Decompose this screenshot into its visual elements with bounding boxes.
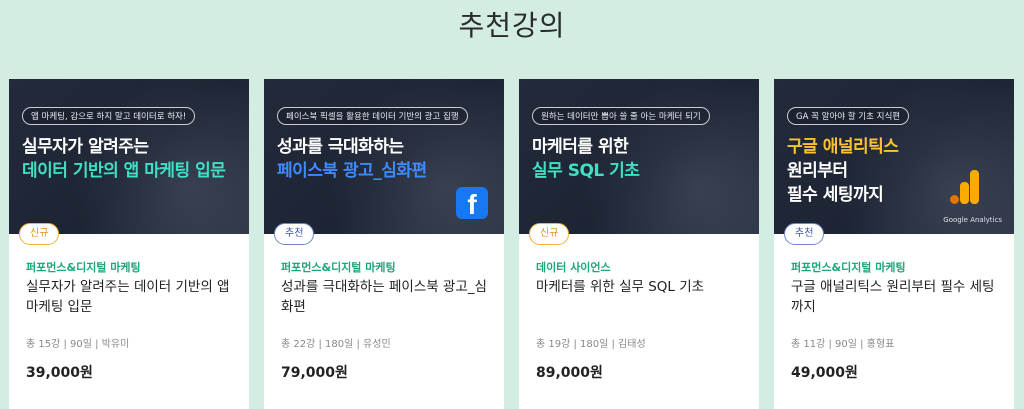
thumbnail-headline-2: 원리부터 <box>787 161 848 181</box>
course-info: 퍼포먼스&디지털 마케팅 성과를 극대화하는 페이스북 광고_심화편 총 22강… <box>264 234 504 409</box>
thumbnail-headline-1: 실무자가 알려주는 <box>22 137 149 157</box>
course-info: 데이터 사이언스 마케터를 위한 실무 SQL 기초 총 19강 | 180일 … <box>519 234 759 409</box>
thumbnail-headline-2: 데이터 기반의 앱 마케팅 입문 <box>22 161 226 181</box>
course-price: 89,000원 <box>536 365 603 381</box>
thumbnail-tagline: GA 꼭 알아야 할 기초 지식편 <box>787 107 910 125</box>
course-thumbnail[interactable]: 앱 마케팅, 감으로 하지 말고 데이터로 하자! 실무자가 알려주는 데이터 … <box>9 79 249 234</box>
course-title[interactable]: 마케터를 위한 실무 SQL 기초 <box>536 277 748 297</box>
course-info: 퍼포먼스&디지털 마케팅 실무자가 알려주는 데이터 기반의 앱 마케팅 입문 … <box>9 234 249 409</box>
course-meta: 총 22강 | 180일 | 유성민 <box>281 339 391 350</box>
course-category: 퍼포먼스&디지털 마케팅 <box>281 261 396 274</box>
facebook-icon: f <box>456 187 488 219</box>
course-price: 39,000원 <box>26 365 93 381</box>
course-price: 49,000원 <box>791 365 858 381</box>
thumbnail-headline-2: 실무 SQL 기초 <box>532 161 640 181</box>
course-list: 앱 마케팅, 감으로 하지 말고 데이터로 하자! 실무자가 알려주는 데이터 … <box>9 79 1023 409</box>
course-meta: 총 19강 | 180일 | 김태성 <box>536 339 646 350</box>
section-title: 추천강의 <box>458 9 566 42</box>
course-thumbnail[interactable]: 페이스북 픽셀을 활용한 데이터 기반의 광고 집행 성과를 극대화하는 페이스… <box>264 79 504 234</box>
thumbnail-headline-1: 마케터를 위한 <box>532 137 629 157</box>
course-card[interactable]: 페이스북 픽셀을 활용한 데이터 기반의 광고 집행 성과를 극대화하는 페이스… <box>264 79 504 409</box>
course-thumbnail[interactable]: 원하는 데이터만 뽑아 쓸 줄 아는 마케터 되기 마케터를 위한 실무 SQL… <box>519 79 759 234</box>
thumbnail-headline-1: 구글 애널리틱스 <box>787 137 899 157</box>
course-category: 퍼포먼스&디지털 마케팅 <box>26 261 141 274</box>
thumbnail-headline-2: 페이스북 광고_심화편 <box>277 161 427 181</box>
thumbnail-headline-3: 필수 세팅까지 <box>787 185 884 205</box>
course-title[interactable]: 구글 애널리틱스 원리부터 필수 세팅까지 <box>791 277 1003 317</box>
thumbnail-tagline: 원하는 데이터만 뽑아 쓸 줄 아는 마케터 되기 <box>532 107 710 125</box>
thumbnail-tagline: 앱 마케팅, 감으로 하지 말고 데이터로 하자! <box>22 107 196 125</box>
google-analytics-label: Google Analytics <box>943 216 1002 224</box>
course-title[interactable]: 실무자가 알려주는 데이터 기반의 앱 마케팅 입문 <box>26 277 238 317</box>
course-info: 퍼포먼스&디지털 마케팅 구글 애널리틱스 원리부터 필수 세팅까지 총 11강… <box>774 234 1014 409</box>
course-thumbnail[interactable]: GA 꼭 알아야 할 기초 지식편 구글 애널리틱스 원리부터 필수 세팅까지 … <box>774 79 1014 234</box>
course-meta: 총 15강 | 90일 | 박유미 <box>26 339 130 350</box>
thumbnail-headline-1: 성과를 극대화하는 <box>277 137 404 157</box>
course-title[interactable]: 성과를 극대화하는 페이스북 광고_심화편 <box>281 277 493 317</box>
thumbnail-tagline: 페이스북 픽셀을 활용한 데이터 기반의 광고 집행 <box>277 107 468 125</box>
course-card[interactable]: GA 꼭 알아야 할 기초 지식편 구글 애널리틱스 원리부터 필수 세팅까지 … <box>774 79 1014 409</box>
google-analytics-icon: Google Analytics <box>928 170 1002 224</box>
course-category: 퍼포먼스&디지털 마케팅 <box>791 261 906 274</box>
course-card[interactable]: 원하는 데이터만 뽑아 쓸 줄 아는 마케터 되기 마케터를 위한 실무 SQL… <box>519 79 759 409</box>
course-category: 데이터 사이언스 <box>536 261 611 274</box>
course-meta: 총 11강 | 90일 | 홍형표 <box>791 339 895 350</box>
course-price: 79,000원 <box>281 365 348 381</box>
course-card[interactable]: 앱 마케팅, 감으로 하지 말고 데이터로 하자! 실무자가 알려주는 데이터 … <box>9 79 249 409</box>
